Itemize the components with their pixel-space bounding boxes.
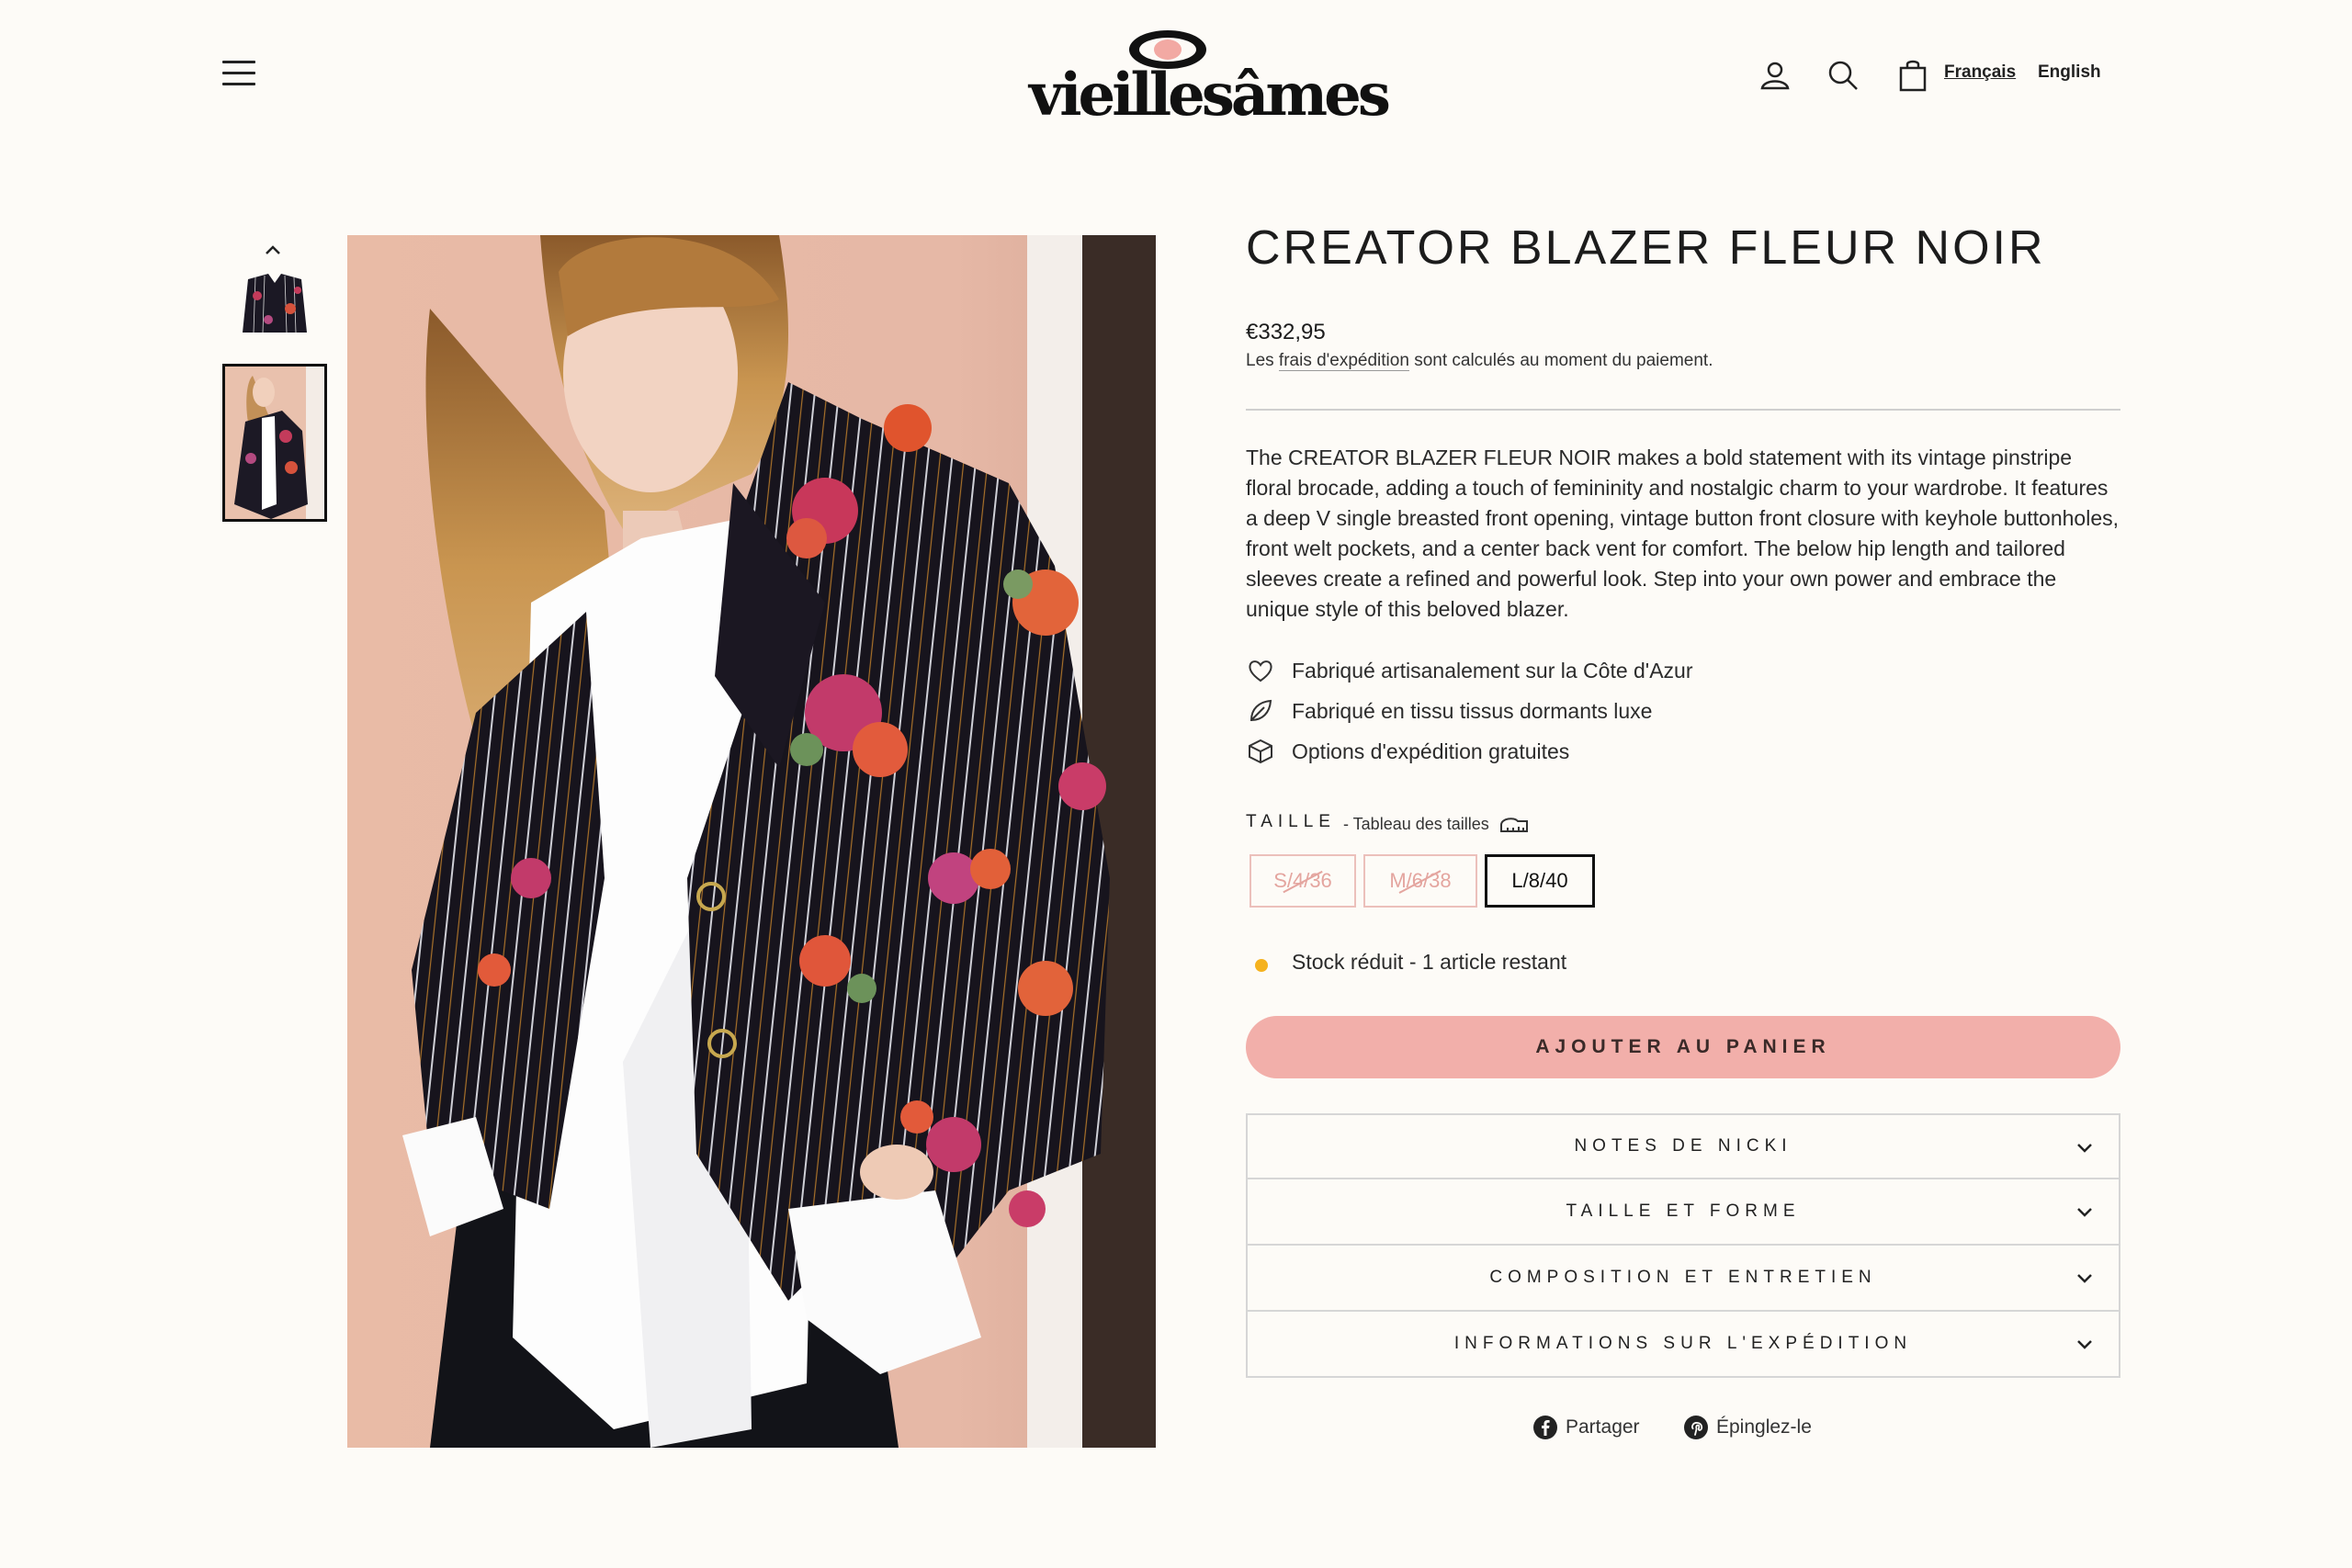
shipping-link[interactable]: frais d'expédition bbox=[1278, 351, 1409, 371]
shipping-note: Les frais d'expédition sont calculés au … bbox=[1246, 351, 1713, 371]
add-to-cart-button[interactable]: AJOUTER AU PANIER bbox=[1246, 1016, 2120, 1078]
size-label: TAILLE bbox=[1246, 812, 1336, 831]
pinterest-icon bbox=[1684, 1416, 1708, 1439]
accordion-label: NOTES DE NICKI bbox=[1574, 1136, 1792, 1156]
thumbnail-jacket-flat[interactable] bbox=[222, 268, 327, 345]
accordion-shipping[interactable]: INFORMATIONS SUR L'EXPÉDITION bbox=[1246, 1312, 2120, 1378]
product-price: €332,95 bbox=[1246, 320, 1326, 344]
size-option-l[interactable]: L/8/40 bbox=[1485, 854, 1595, 908]
facebook-icon bbox=[1533, 1416, 1557, 1439]
share-pinterest-link[interactable]: Épinglez-le bbox=[1683, 1415, 1812, 1440]
size-option-label: L/8/40 bbox=[1511, 869, 1568, 892]
accordion-label: INFORMATIONS SUR L'EXPÉDITION bbox=[1453, 1334, 1913, 1353]
lang-french-link[interactable]: Français bbox=[1944, 62, 2016, 83]
size-chart-label: - Tableau des tailles bbox=[1343, 814, 1489, 833]
feature-item: Fabriqué en tissu tissus dormants luxe bbox=[1246, 696, 1652, 726]
size-option-label: S/4/36 bbox=[1273, 869, 1332, 892]
accordion-label: COMPOSITION ET ENTRETIEN bbox=[1489, 1268, 1877, 1287]
search-icon[interactable] bbox=[1825, 57, 1861, 94]
accordion-notes[interactable]: NOTES DE NICKI bbox=[1246, 1113, 2120, 1179]
ruler-icon bbox=[1499, 818, 1528, 832]
menu-icon[interactable] bbox=[222, 61, 255, 88]
account-icon[interactable] bbox=[1757, 57, 1793, 94]
product-description: The CREATOR BLAZER FLEUR NOIR makes a bo… bbox=[1246, 446, 2120, 621]
stock-indicator-dot bbox=[1255, 959, 1268, 972]
feature-text: Options d'expédition gratuites bbox=[1292, 739, 1570, 763]
shipping-note-prefix: Les bbox=[1246, 351, 1279, 370]
cart-icon[interactable] bbox=[1894, 57, 1931, 94]
feature-text: Fabriqué artisanalement sur la Côte d'Az… bbox=[1292, 658, 1693, 682]
share-facebook-link[interactable]: Partager bbox=[1532, 1415, 1640, 1440]
feature-text: Fabriqué en tissu tissus dormants luxe bbox=[1292, 698, 1653, 723]
chevron-down-icon bbox=[2077, 1340, 2092, 1349]
lang-english-link[interactable]: English bbox=[2038, 62, 2101, 83]
accordion-size-fit[interactable]: TAILLE ET FORME bbox=[1246, 1179, 2120, 1246]
thumbnail-model[interactable] bbox=[222, 364, 327, 522]
feature-item: Fabriqué artisanalement sur la Côte d'Az… bbox=[1246, 656, 1693, 685]
chevron-down-icon bbox=[2077, 1144, 2092, 1153]
share-label: Partager bbox=[1566, 1416, 1640, 1438]
size-option-label: M/6/38 bbox=[1389, 869, 1452, 892]
product-main-image[interactable] bbox=[347, 235, 1156, 1448]
product-title: CREATOR BLAZER FLEUR NOIR bbox=[1246, 221, 2046, 275]
size-option-s[interactable]: S/4/36 bbox=[1250, 854, 1356, 908]
box-icon bbox=[1249, 739, 1272, 764]
pin-label: Épinglez-le bbox=[1716, 1416, 1812, 1438]
leaf-icon bbox=[1250, 699, 1272, 722]
product-info: CREATOR BLAZER FLEUR NOIR €332,95 Les fr… bbox=[1246, 220, 2120, 1439]
stock-status: Stock réduit - 1 article restant bbox=[1292, 950, 1567, 974]
accordion-label: TAILLE ET FORME bbox=[1566, 1201, 1801, 1221]
chevron-down-icon bbox=[2077, 1208, 2092, 1217]
logo-text: vieillesâmes bbox=[1029, 61, 1391, 130]
heart-icon bbox=[1249, 660, 1272, 682]
logo[interactable]: vieillesâmes bbox=[1029, 22, 1391, 132]
shipping-note-suffix: sont calculés au moment du paiement. bbox=[1408, 351, 1713, 370]
feature-item: Options d'expédition gratuites bbox=[1246, 737, 1569, 766]
divider bbox=[1246, 409, 2120, 411]
size-option-m[interactable]: M/6/38 bbox=[1363, 854, 1477, 908]
chevron-up-icon[interactable] bbox=[263, 241, 283, 259]
accordion-composition[interactable]: COMPOSITION ET ENTRETIEN bbox=[1246, 1246, 2120, 1312]
size-chart-link[interactable]: - Tableau des tailles bbox=[1343, 814, 1530, 834]
chevron-down-icon bbox=[2077, 1274, 2092, 1283]
